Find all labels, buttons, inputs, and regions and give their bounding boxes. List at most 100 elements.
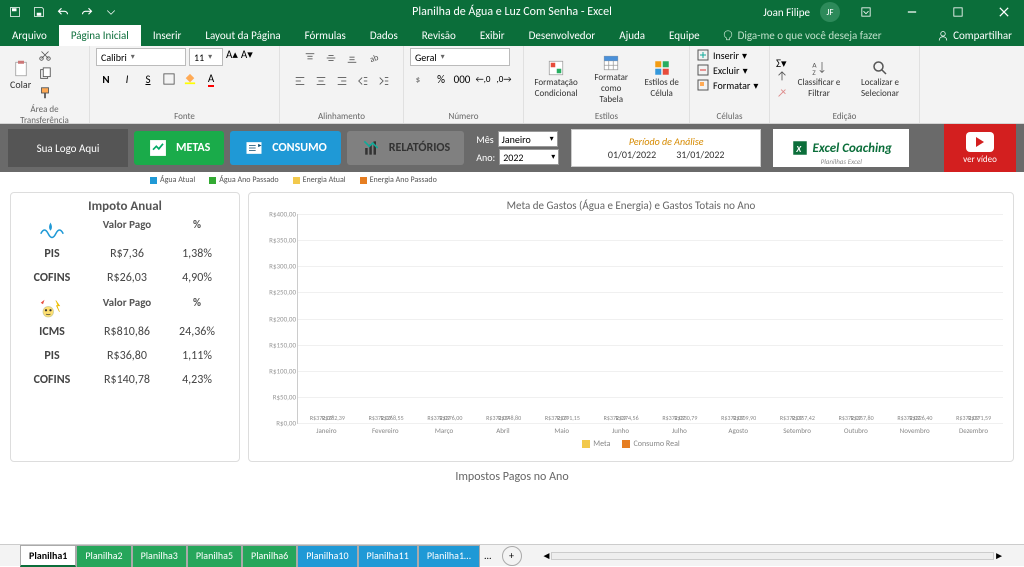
tab-formulas[interactable]: Fórmulas <box>293 25 358 46</box>
qat-dropdown-icon[interactable] <box>100 2 122 22</box>
sheet-tab[interactable]: Planilha1… <box>418 545 480 567</box>
bold-button[interactable]: N <box>96 69 116 89</box>
nav-relatorios[interactable]: RELATÓRIOS <box>347 131 465 165</box>
save-icon[interactable] <box>28 2 50 22</box>
undo-icon[interactable] <box>52 2 74 22</box>
logo-slot: Sua Logo Aqui <box>8 129 128 167</box>
top-legend: Água Atual Água Ano Passado Energia Atua… <box>0 172 1024 188</box>
autosum-icon[interactable]: Σ▾ <box>776 57 788 70</box>
energy-icon <box>37 296 67 320</box>
tab-home[interactable]: Página Inicial <box>59 25 141 46</box>
increase-font-icon[interactable]: A▴ <box>226 48 238 66</box>
video-button[interactable]: ver vídeo <box>944 124 1016 172</box>
align-left-icon[interactable] <box>290 71 310 91</box>
align-bottom-icon[interactable] <box>342 48 362 68</box>
section2-title: Impostos Pagos no Ano <box>0 470 1024 484</box>
align-top-icon[interactable] <box>300 48 320 68</box>
tab-developer[interactable]: Desenvolvedor <box>517 25 608 46</box>
number-format-combo[interactable]: Geral <box>410 48 510 66</box>
dashboard: Sua Logo Aqui METAS CONSUMO RELATÓRIOS M… <box>0 124 1024 544</box>
horizontal-scrollbar[interactable]: ◄► <box>542 551 1004 561</box>
chart-title: Meta de Gastos (Água e Energia) e Gastos… <box>255 199 1007 212</box>
border-button[interactable] <box>159 69 179 89</box>
italic-button[interactable]: I <box>117 69 137 89</box>
align-right-icon[interactable] <box>332 71 352 91</box>
underline-button[interactable]: S <box>138 69 158 89</box>
sheet-tab[interactable]: Planilha1 <box>20 545 76 567</box>
format-as-table-button[interactable]: Formatar como Tabela <box>585 52 637 107</box>
format-painter-icon[interactable] <box>38 86 52 103</box>
sheet-tabs: Planilha1Planilha2Planilha3Planilha5Plan… <box>0 544 1024 566</box>
sort-filter-button[interactable]: AZClassificar e Filtrar <box>791 57 847 101</box>
tax-row: COFINSR$26,034,90% <box>17 266 233 290</box>
group-clipboard-label: Área de Transferência <box>6 103 83 127</box>
redo-icon[interactable] <box>76 2 98 22</box>
tell-me[interactable]: Diga-me o que você deseja fazer <box>712 25 892 46</box>
sheet-tab[interactable]: Planilha6 <box>242 545 297 567</box>
tab-data[interactable]: Dados <box>358 25 410 46</box>
delete-cells-button[interactable]: Excluir▾ <box>696 63 748 77</box>
autosave-icon[interactable] <box>4 2 26 22</box>
font-color-button[interactable]: A <box>201 69 221 89</box>
percent-icon[interactable]: % <box>431 69 451 89</box>
maximize-button[interactable] <box>938 0 978 24</box>
font-name-combo[interactable]: Calibri <box>96 48 186 66</box>
close-button[interactable] <box>984 0 1024 24</box>
water-icon <box>37 218 67 242</box>
user-name[interactable]: Joan Filipe <box>763 6 810 19</box>
cut-icon[interactable] <box>38 48 52 65</box>
tab-insert[interactable]: Inserir <box>141 25 194 46</box>
sheet-tab[interactable]: Planilha2 <box>76 545 131 567</box>
sheet-tab[interactable]: Planilha5 <box>187 545 242 567</box>
increase-indent-icon[interactable] <box>374 71 394 91</box>
currency-icon[interactable]: $ <box>410 69 430 89</box>
month-select[interactable]: Janeiro <box>498 131 558 147</box>
minimize-button[interactable] <box>892 0 932 24</box>
tab-help[interactable]: Ajuda <box>607 25 657 46</box>
sheet-tab[interactable]: Planilha3 <box>132 545 187 567</box>
sheet-tab[interactable]: Planilha10 <box>297 545 357 567</box>
window-title: Planilha de Água e Luz Com Senha - Excel <box>412 5 612 19</box>
avatar[interactable]: JF <box>820 2 840 22</box>
nav-metas[interactable]: METAS <box>134 131 224 165</box>
decrease-indent-icon[interactable] <box>353 71 373 91</box>
copy-icon[interactable] <box>38 67 52 84</box>
tab-layout[interactable]: Layout da Página <box>193 25 292 46</box>
ribbon-options-icon[interactable] <box>846 0 886 24</box>
decrease-font-icon[interactable]: A▾ <box>241 48 253 66</box>
sheet-tab[interactable]: Planilha11 <box>358 545 418 567</box>
decrease-decimal-icon[interactable]: ,0→ <box>494 69 514 89</box>
comma-icon[interactable]: 000 <box>452 69 472 89</box>
tab-team[interactable]: Equipe <box>657 25 712 46</box>
sheets-more[interactable]: ... <box>480 549 496 562</box>
group-cells-label: Células <box>696 110 763 123</box>
paste-button[interactable]: Colar <box>6 58 35 93</box>
align-center-icon[interactable] <box>311 71 331 91</box>
titlebar: Planilha de Água e Luz Com Senha - Excel… <box>0 0 1024 24</box>
group-editing-label: Edição <box>776 110 913 123</box>
group-number-label: Número <box>410 110 517 123</box>
new-sheet-button[interactable]: + <box>502 546 522 566</box>
fill-icon[interactable] <box>776 71 788 86</box>
group-font-label: Fonte <box>96 110 273 123</box>
nav-consumo[interactable]: CONSUMO <box>230 131 340 165</box>
format-cells-button[interactable]: Formatar▾ <box>696 78 758 92</box>
tax-row: COFINSR$140,784,23% <box>17 368 233 392</box>
tab-review[interactable]: Revisão <box>410 25 468 46</box>
tax-title: Impoto Anual <box>17 199 233 214</box>
insert-cells-button[interactable]: Inserir▾ <box>696 48 747 62</box>
orientation-icon[interactable]: ab <box>363 48 383 68</box>
font-size-combo[interactable]: 11 <box>189 48 223 66</box>
tab-view[interactable]: Exibir <box>468 25 517 46</box>
increase-decimal-icon[interactable]: ←,0 <box>473 69 493 89</box>
file-menu[interactable]: Arquivo <box>0 25 59 46</box>
clear-icon[interactable] <box>776 87 788 102</box>
conditional-formatting-button[interactable]: Formatação Condicional <box>530 57 582 101</box>
tax-row: ICMSR$810,8624,36% <box>17 320 233 344</box>
year-select[interactable]: 2022 <box>499 149 559 165</box>
align-middle-icon[interactable] <box>321 48 341 68</box>
fill-color-button[interactable] <box>180 69 200 89</box>
share-button[interactable]: Compartilhar <box>925 25 1024 46</box>
cell-styles-button[interactable]: Estilos de Célula <box>640 57 683 101</box>
find-select-button[interactable]: Localizar e Selecionar <box>850 57 910 101</box>
